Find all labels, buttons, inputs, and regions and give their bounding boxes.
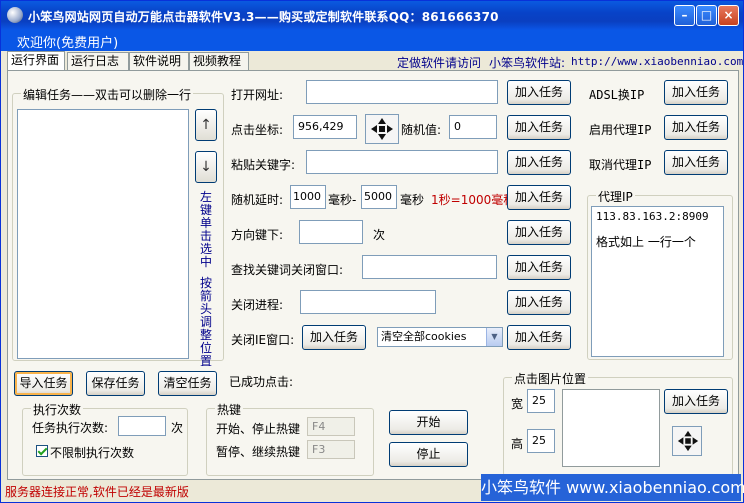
click-coord-input[interactable]: 956,429 [293,115,357,139]
width-label: 宽 [511,397,524,411]
chevron-down-icon: ▼ [486,328,502,346]
tab-main[interactable]: 运行界面 [7,51,65,71]
close-button[interactable]: × [718,5,739,26]
cookies-select[interactable]: 清空全部cookies ▼ [377,327,503,347]
open-url-label: 打开网址: [231,88,284,102]
add-task-paste-keyword[interactable]: 加入任务 [507,150,571,175]
exec-count-label: 执行次数 [31,401,84,418]
tab-video[interactable]: 视频教程 [189,52,249,70]
import-task-button[interactable]: 导入任务 [14,371,73,396]
proxy-ip-label: 代理IP [596,188,635,205]
ms-to-label: 毫秒- [328,193,357,207]
arrow-down-input[interactable] [299,220,363,244]
hint-select: 左键单击选中 [199,190,212,269]
start-button[interactable]: 开始 [389,410,468,435]
save-task-button[interactable]: 保存任务 [86,371,145,396]
exec-times-label: 任务执行次数: [32,421,109,435]
paste-keyword-input[interactable] [306,150,498,174]
enable-proxy-label: 启用代理IP [589,123,652,137]
minimize-button[interactable]: – [674,5,695,26]
find-close-label: 查找关键词关闭窗口: [231,263,344,277]
height-input[interactable]: 25 [527,429,555,453]
maximize-button[interactable]: □ [696,5,717,26]
add-task-random-delay[interactable]: 加入任务 [507,185,571,210]
start-stop-hotkey-label: 开始、停止热键 [216,422,301,436]
pick-coord-crosshair[interactable] [365,114,399,144]
window-title: 小笨鸟网站网页自动万能点击器软件V3.3——购买或定制软件联系QQ：861666… [28,10,499,24]
random-value-label: 随机值: [401,123,442,137]
add-task-open-url[interactable]: 加入任务 [507,80,571,105]
pause-resume-hotkey-input[interactable]: F3 [307,440,355,459]
find-close-input[interactable] [362,255,497,279]
exec-times-unit: 次 [171,421,184,435]
task-edit-label: 编辑任务——双击可以删除一行 [21,86,194,103]
open-url-input[interactable] [306,80,498,104]
status-message: 服务器连接正常,软件已经是最新版 [5,485,189,499]
add-task-adsl[interactable]: 加入任务 [664,80,728,105]
proxy-format-note: 格式如上 一行一个 [596,235,696,249]
width-input[interactable]: 25 [527,389,555,413]
hotkey-label: 热键 [215,401,244,418]
cookies-select-value: 清空全部cookies [381,330,467,343]
delay-min-input[interactable]: 1000 [290,185,326,209]
site-label: 小笨鸟软件站: [489,56,566,70]
clear-task-button[interactable]: 清空任务 [158,371,217,396]
random-value-input[interactable]: 0 [449,115,497,139]
brand-banner[interactable]: 小笨鸟软件 www.xiaobenniao.com [481,474,744,501]
add-task-cancel-proxy[interactable]: 加入任务 [664,150,728,175]
welcome-text: 欢迎你(免费用户) [17,36,119,51]
arrow-down-unit: 次 [373,228,386,242]
welcome-bar: 欢迎你(免费用户) [1,30,743,51]
tab-manual[interactable]: 软件说明 [129,52,189,70]
arrow-down-label: 方向键下: [231,228,284,242]
adsl-label: ADSL换IP [589,88,645,102]
delay-max-input[interactable]: 5000 [361,185,397,209]
stop-button[interactable]: 停止 [389,442,468,467]
random-delay-label: 随机延时: [231,193,284,207]
add-task-cookies[interactable]: 加入任务 [507,325,571,350]
site-url-link[interactable]: http://www.xiaobenniao.com/ [571,55,744,68]
hint-arrange: 按箭头调整位置 [199,276,212,368]
ms-label: 毫秒 [400,193,425,207]
pick-image-crosshair[interactable] [672,426,702,456]
move-up-button[interactable]: ↑ [195,109,217,141]
start-stop-hotkey-input[interactable]: F4 [307,417,355,436]
unlimited-checkbox[interactable] [36,445,48,457]
exec-times-input[interactable] [118,416,166,436]
add-task-close-ie[interactable]: 加入任务 [302,325,366,350]
add-task-find-close[interactable]: 加入任务 [507,255,571,280]
add-task-close-process[interactable]: 加入任务 [507,290,571,315]
pause-resume-hotkey-label: 暂停、继续热键 [216,445,301,459]
height-label: 高 [511,437,524,451]
main-panel: 编辑任务——双击可以删除一行 ↑ ↓ 左键单击选中 按箭头调整位置 导入任务 保… [7,70,739,480]
close-process-input[interactable] [300,290,436,314]
crosshair-icon [371,118,393,140]
tab-log[interactable]: 运行日志 [67,52,129,70]
success-clicks-label: 已成功点击: [229,375,294,389]
app-icon [7,7,23,23]
close-ie-label: 关闭IE窗口: [231,333,295,347]
move-down-button[interactable]: ↓ [195,151,217,183]
ms-note: 1秒=1000毫秒 [431,193,516,207]
custom-software-link[interactable]: 定做软件请访问 [397,54,481,71]
app-window: 小笨鸟网站网页自动万能点击器软件V3.3——购买或定制软件联系QQ：861666… [0,0,744,503]
paste-keyword-label: 粘贴关键字: [231,158,296,172]
proxy-ip-textarea[interactable]: 113.83.163.2:8909 格式如上 一行一个 [591,206,724,357]
add-task-arrow-down[interactable]: 加入任务 [507,220,571,245]
add-task-enable-proxy[interactable]: 加入任务 [664,115,728,140]
proxy-ip-line: 113.83.163.2:8909 [596,210,709,223]
image-click-label: 点击图片位置 [512,370,589,387]
task-list[interactable] [17,109,189,359]
close-process-label: 关闭进程: [231,298,284,312]
add-task-click-coord[interactable]: 加入任务 [507,115,571,140]
add-task-image-click[interactable]: 加入任务 [664,389,728,414]
click-coord-label: 点击坐标: [231,123,284,137]
unlimited-label: 不限制执行次数 [50,446,135,460]
image-preview [562,389,660,467]
title-bar: 小笨鸟网站网页自动万能点击器软件V3.3——购买或定制软件联系QQ：861666… [1,1,743,30]
cancel-proxy-label: 取消代理IP [589,158,652,172]
crosshair-icon [677,430,699,452]
